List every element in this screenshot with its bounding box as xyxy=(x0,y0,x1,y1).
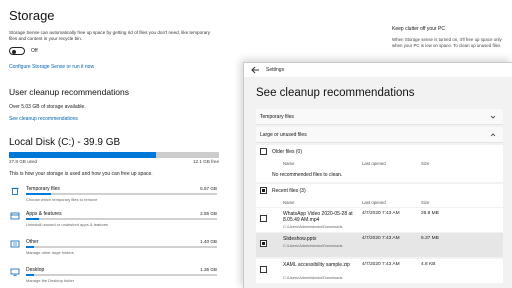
large-unused-files-expander[interactable]: Large or unused files xyxy=(256,127,503,143)
older-files-label: Older files (0) xyxy=(272,149,303,155)
desktop-icon xyxy=(10,268,20,276)
column-last-opened: Last opened xyxy=(362,161,386,166)
trash-icon xyxy=(11,187,19,195)
file-name: Slideshow.pptx xyxy=(283,236,317,242)
column-size: Size xyxy=(421,161,430,166)
cleanup-heading: User cleanup recommendations xyxy=(9,87,130,97)
temporary-files-expander[interactable]: Temporary files xyxy=(256,109,503,125)
column-size: Size xyxy=(421,200,430,205)
chevron-up-icon xyxy=(490,133,496,137)
category-usage-bar xyxy=(26,193,217,195)
category-size: 5.57 GB xyxy=(200,186,217,191)
file-checkbox[interactable] xyxy=(260,240,267,247)
older-files-checkbox[interactable] xyxy=(260,148,267,155)
file-last-opened: 4/7/2020 7:43 AM xyxy=(362,262,400,267)
back-arrow-icon[interactable] xyxy=(250,66,260,74)
file-row[interactable]: XAML accessibility sample.zip C:\Users\A… xyxy=(256,259,503,283)
recent-files-column-headers: Name Last opened Size xyxy=(256,198,503,207)
category-size: 2.55 GB xyxy=(200,211,217,216)
category-usage-bar xyxy=(26,218,217,220)
category-subtext: Uninstall unused or undesired apps & fea… xyxy=(26,222,109,227)
configure-storage-sense-link[interactable]: Configure Storage Sense or run it now xyxy=(9,64,94,70)
storage-sense-toggle[interactable] xyxy=(9,47,25,55)
file-last-opened: 4/7/2020 7:43 AM xyxy=(362,236,400,241)
title-bar: Settings xyxy=(244,63,512,77)
category-name: Other xyxy=(26,239,39,245)
toggle-knob xyxy=(12,49,16,54)
disk-usage-bar xyxy=(9,152,219,158)
file-path: C:\Users\Administrator\Downloads xyxy=(283,224,343,229)
right-panel-text: When Storage sense is turned on, it'll f… xyxy=(392,37,502,49)
category-desktop[interactable]: Desktop 1.35 GB Manage the Desktop folde… xyxy=(9,266,219,288)
category-usage-fill xyxy=(26,274,34,276)
category-subtext: Manage the Desktop folder xyxy=(26,278,75,283)
category-usage-fill xyxy=(26,193,51,195)
window-title: Settings xyxy=(266,67,285,73)
category-usage-fill xyxy=(26,218,40,220)
file-last-opened: 4/7/2020 7:43 AM xyxy=(362,211,400,216)
cleanup-page-heading: See cleanup recommendations xyxy=(256,87,415,99)
disk-used-label: 27.8 GB used xyxy=(9,159,38,164)
recent-files-label: Recent files (3) xyxy=(272,188,306,194)
file-size: 4.8 KB xyxy=(421,262,436,267)
category-other[interactable]: Other 1.40 GB Manage other large folders xyxy=(9,238,219,262)
file-path: C:\Users\Administrator\Downloads xyxy=(283,275,343,280)
chevron-down-icon xyxy=(490,115,496,119)
column-last-opened: Last opened xyxy=(362,200,386,205)
category-subtext: Manage other large folders xyxy=(26,250,74,255)
no-files-text: No recommended files to clean. xyxy=(272,172,343,178)
storage-available-info: Over 5.03 GB of storage available. xyxy=(9,104,86,110)
disk-usage-fill xyxy=(9,152,156,158)
category-size: 1.35 GB xyxy=(200,267,217,272)
expander-label: Large or unused files xyxy=(260,132,307,138)
category-usage-bar xyxy=(26,246,217,248)
page-title: Storage xyxy=(9,8,55,23)
recent-files-group[interactable]: Recent files (3) xyxy=(256,184,503,198)
column-name: Name xyxy=(283,161,295,166)
category-name: Apps & features xyxy=(26,211,62,217)
file-checkbox[interactable] xyxy=(260,215,267,222)
category-usage-bar xyxy=(26,274,217,276)
category-apps-features[interactable]: Apps & features 2.55 GB Uninstall unused… xyxy=(9,210,219,234)
expander-label: Temporary files xyxy=(260,114,294,120)
right-panel-heading: Keep clutter off your PC xyxy=(392,26,445,32)
settings-window: Settings See cleanup recommendations Tem… xyxy=(243,62,512,288)
see-cleanup-recommendations-link[interactable]: See cleanup recommendations xyxy=(9,116,78,122)
toggle-state-label: Off xyxy=(31,48,38,54)
file-checkbox[interactable] xyxy=(260,266,267,273)
category-temporary-files[interactable]: Temporary files 5.57 GB Choose which tem… xyxy=(9,185,219,209)
no-files-message: No recommended files to clean. xyxy=(256,168,503,182)
file-size: 26.8 MB xyxy=(421,211,439,216)
file-name: WhatsApp Video 2020-05-28 at 8.05.49 AM.… xyxy=(283,211,353,223)
disk-free-label: 12.1 GB free xyxy=(192,159,219,164)
disk-title: Local Disk (C:) - 39.9 GB xyxy=(9,137,121,148)
file-name: XAML accessibility sample.zip xyxy=(283,262,350,268)
file-path: C:\Users\Administrator\Downloads xyxy=(283,243,343,248)
category-name: Temporary files xyxy=(26,186,60,192)
apps-icon xyxy=(10,212,20,220)
category-subtext: Choose which temporary files to remove xyxy=(26,197,98,202)
file-row[interactable]: WhatsApp Video 2020-05-28 at 8.05.49 AM.… xyxy=(256,208,503,232)
file-size: 6.37 MB xyxy=(421,236,439,241)
other-icon xyxy=(10,240,20,248)
column-name: Name xyxy=(283,200,295,205)
category-name: Desktop xyxy=(26,267,45,273)
category-usage-fill xyxy=(26,246,34,248)
older-files-column-headers: Name Last opened Size xyxy=(256,159,503,168)
recent-files-checkbox[interactable] xyxy=(260,187,267,194)
category-size: 1.40 GB xyxy=(200,239,217,244)
file-row[interactable]: Slideshow.pptx C:\Users\Administrator\Do… xyxy=(256,233,503,257)
disk-description: This is how your storage is used and how… xyxy=(9,171,153,177)
storage-sense-description: Storage Sense can automatically free up … xyxy=(9,30,211,42)
older-files-group[interactable]: Older files (0) xyxy=(256,145,503,159)
